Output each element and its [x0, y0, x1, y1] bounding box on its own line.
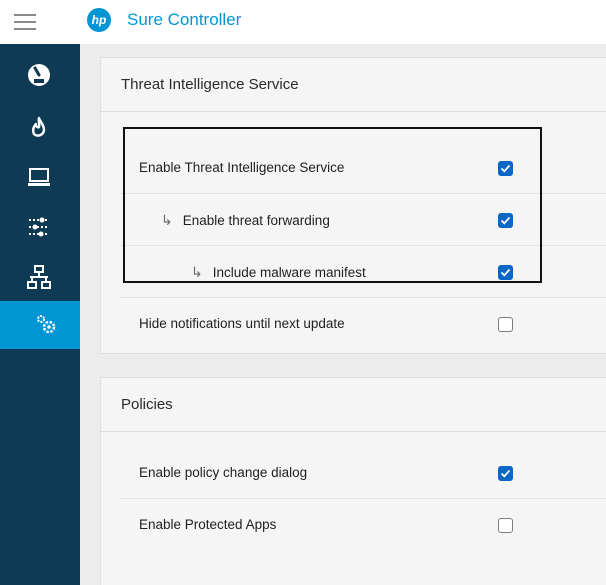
policies-card: Policies Enable policy change dialog Ena… [100, 377, 606, 585]
check-icon [500, 268, 511, 277]
card-title: Threat Intelligence Service [101, 58, 606, 112]
check-icon [500, 216, 511, 225]
gears-icon [37, 315, 56, 334]
checkbox-threat-forwarding[interactable] [498, 213, 513, 228]
setting-row-hide-notifications: Hide notifications until next update [121, 299, 606, 350]
sidebar-item-threats[interactable] [0, 104, 80, 152]
setting-row-threat-forwarding: ↳ Enable threat forwarding [121, 195, 606, 246]
sidebar-item-dashboard[interactable] [0, 50, 80, 98]
sidebar-item-settings[interactable] [0, 301, 80, 349]
setting-row-enable-tis: Enable Threat Intelligence Service [121, 143, 606, 194]
checkbox-hide-notifications[interactable] [498, 317, 513, 332]
gauge-icon [28, 64, 50, 86]
sub-arrow-icon: ↳ [191, 264, 203, 280]
setting-label: Enable Protected Apps [139, 517, 277, 532]
menu-icon[interactable] [14, 12, 36, 30]
check-icon [500, 164, 511, 173]
setting-label: Enable Threat Intelligence Service [139, 160, 345, 175]
check-icon [500, 469, 511, 478]
checkbox-protected-apps[interactable] [498, 518, 513, 533]
setting-label: Include malware manifest [212, 265, 366, 280]
checkbox-malware-manifest[interactable] [498, 265, 513, 280]
laptop-icon [28, 168, 50, 186]
flame-icon [31, 116, 46, 137]
sidebar-item-devices[interactable] [0, 152, 80, 200]
setting-label: Enable policy change dialog [139, 465, 308, 480]
setting-row-malware-manifest: ↳ Include malware manifest [121, 247, 606, 298]
hp-logo: hp [87, 8, 111, 32]
checkbox-enable-tis[interactable] [498, 161, 513, 176]
setting-row-protected-apps: Enable Protected Apps [121, 500, 606, 551]
network-icon [27, 265, 51, 289]
threat-intelligence-card: Threat Intelligence Service Enable Threa… [100, 57, 606, 354]
sidebar-item-policies[interactable] [0, 202, 80, 250]
sub-arrow-icon: ↳ [161, 212, 173, 228]
app-title: Sure Controller [127, 10, 242, 29]
card-title: Policies [101, 378, 606, 432]
sliders-icon [29, 217, 49, 237]
setting-label: Hide notifications until next update [139, 316, 345, 331]
setting-label: Enable threat forwarding [182, 213, 330, 228]
setting-row-policy-change-dialog: Enable policy change dialog [121, 448, 606, 499]
top-bar: hp Sure Controller [0, 0, 606, 44]
main-content: Threat Intelligence Service Enable Threa… [80, 44, 606, 585]
sidebar [0, 44, 80, 585]
checkbox-policy-change-dialog[interactable] [498, 466, 513, 481]
sidebar-item-network[interactable] [0, 252, 80, 300]
